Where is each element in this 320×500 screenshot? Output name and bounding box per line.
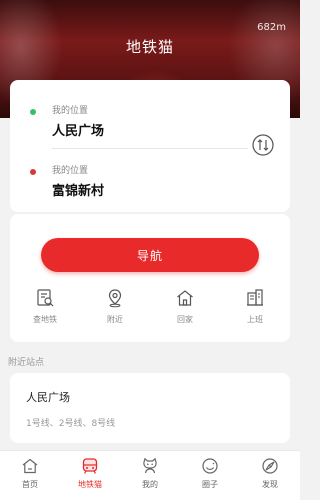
compass-icon <box>262 458 278 474</box>
tab-label: 圈子 <box>202 480 218 489</box>
search-document-icon <box>37 289 54 307</box>
route-card: 我的位置 人民广场 我的位置 富锦新村 <box>10 80 290 212</box>
location-pin-icon <box>108 289 122 308</box>
tab-mine[interactable]: 我的 <box>120 457 180 490</box>
origin-value: 人民广场 <box>52 124 105 139</box>
quick-action-label: 上班 <box>247 315 263 324</box>
quick-action-home[interactable]: 回家 <box>160 288 210 325</box>
bottom-tab-bar: 首页 地铁猫 我的 圈子 发现 <box>0 450 300 500</box>
quick-action-label: 附近 <box>107 315 123 324</box>
tab-circle[interactable]: 圈子 <box>180 457 240 490</box>
tab-subway-cat[interactable]: 地铁猫 <box>60 457 120 490</box>
quick-action-nearby[interactable]: 附近 <box>90 288 140 325</box>
quick-action-search-subway[interactable]: 查地铁 <box>20 288 70 325</box>
distance-readout: 682m <box>257 22 286 33</box>
building-icon <box>247 289 263 306</box>
nearby-station-card[interactable]: 人民广场 1号线、2号线、8号线 <box>10 373 290 443</box>
origin-label: 我的位置 <box>52 106 89 116</box>
smile-icon <box>202 458 218 474</box>
tab-label: 发现 <box>262 480 278 489</box>
navigate-button[interactable]: 导航 <box>41 238 259 272</box>
nearby-section-label: 附近站点 <box>8 358 45 368</box>
subway-train-icon <box>82 458 98 474</box>
tab-discover[interactable]: 发现 <box>240 457 300 490</box>
cat-icon <box>143 457 157 474</box>
destination-dot-icon <box>30 169 36 175</box>
tab-label: 我的 <box>142 480 158 489</box>
page-title: 地铁猫 <box>125 38 174 56</box>
destination-row[interactable]: 我的位置 富锦新村 <box>10 160 240 210</box>
swap-route-icon[interactable] <box>252 134 274 156</box>
destination-label: 我的位置 <box>52 166 89 176</box>
station-name: 人民广场 <box>26 391 70 404</box>
tab-label: 首页 <box>22 480 38 489</box>
home-icon <box>177 290 193 306</box>
origin-row[interactable]: 我的位置 人民广场 <box>10 100 240 150</box>
quick-action-label: 回家 <box>177 315 193 324</box>
quick-action-label: 查地铁 <box>33 315 57 324</box>
home-icon <box>22 458 38 474</box>
navigation-card: 导航 查地铁 附近 回家 上班 <box>10 214 290 342</box>
destination-value: 富锦新村 <box>52 184 105 199</box>
tab-label: 地铁猫 <box>78 480 102 489</box>
tab-home[interactable]: 首页 <box>0 457 60 490</box>
origin-dot-icon <box>30 109 36 115</box>
station-lines: 1号线、2号线、8号线 <box>26 419 116 429</box>
quick-action-work[interactable]: 上班 <box>230 288 280 325</box>
divider <box>52 148 248 149</box>
